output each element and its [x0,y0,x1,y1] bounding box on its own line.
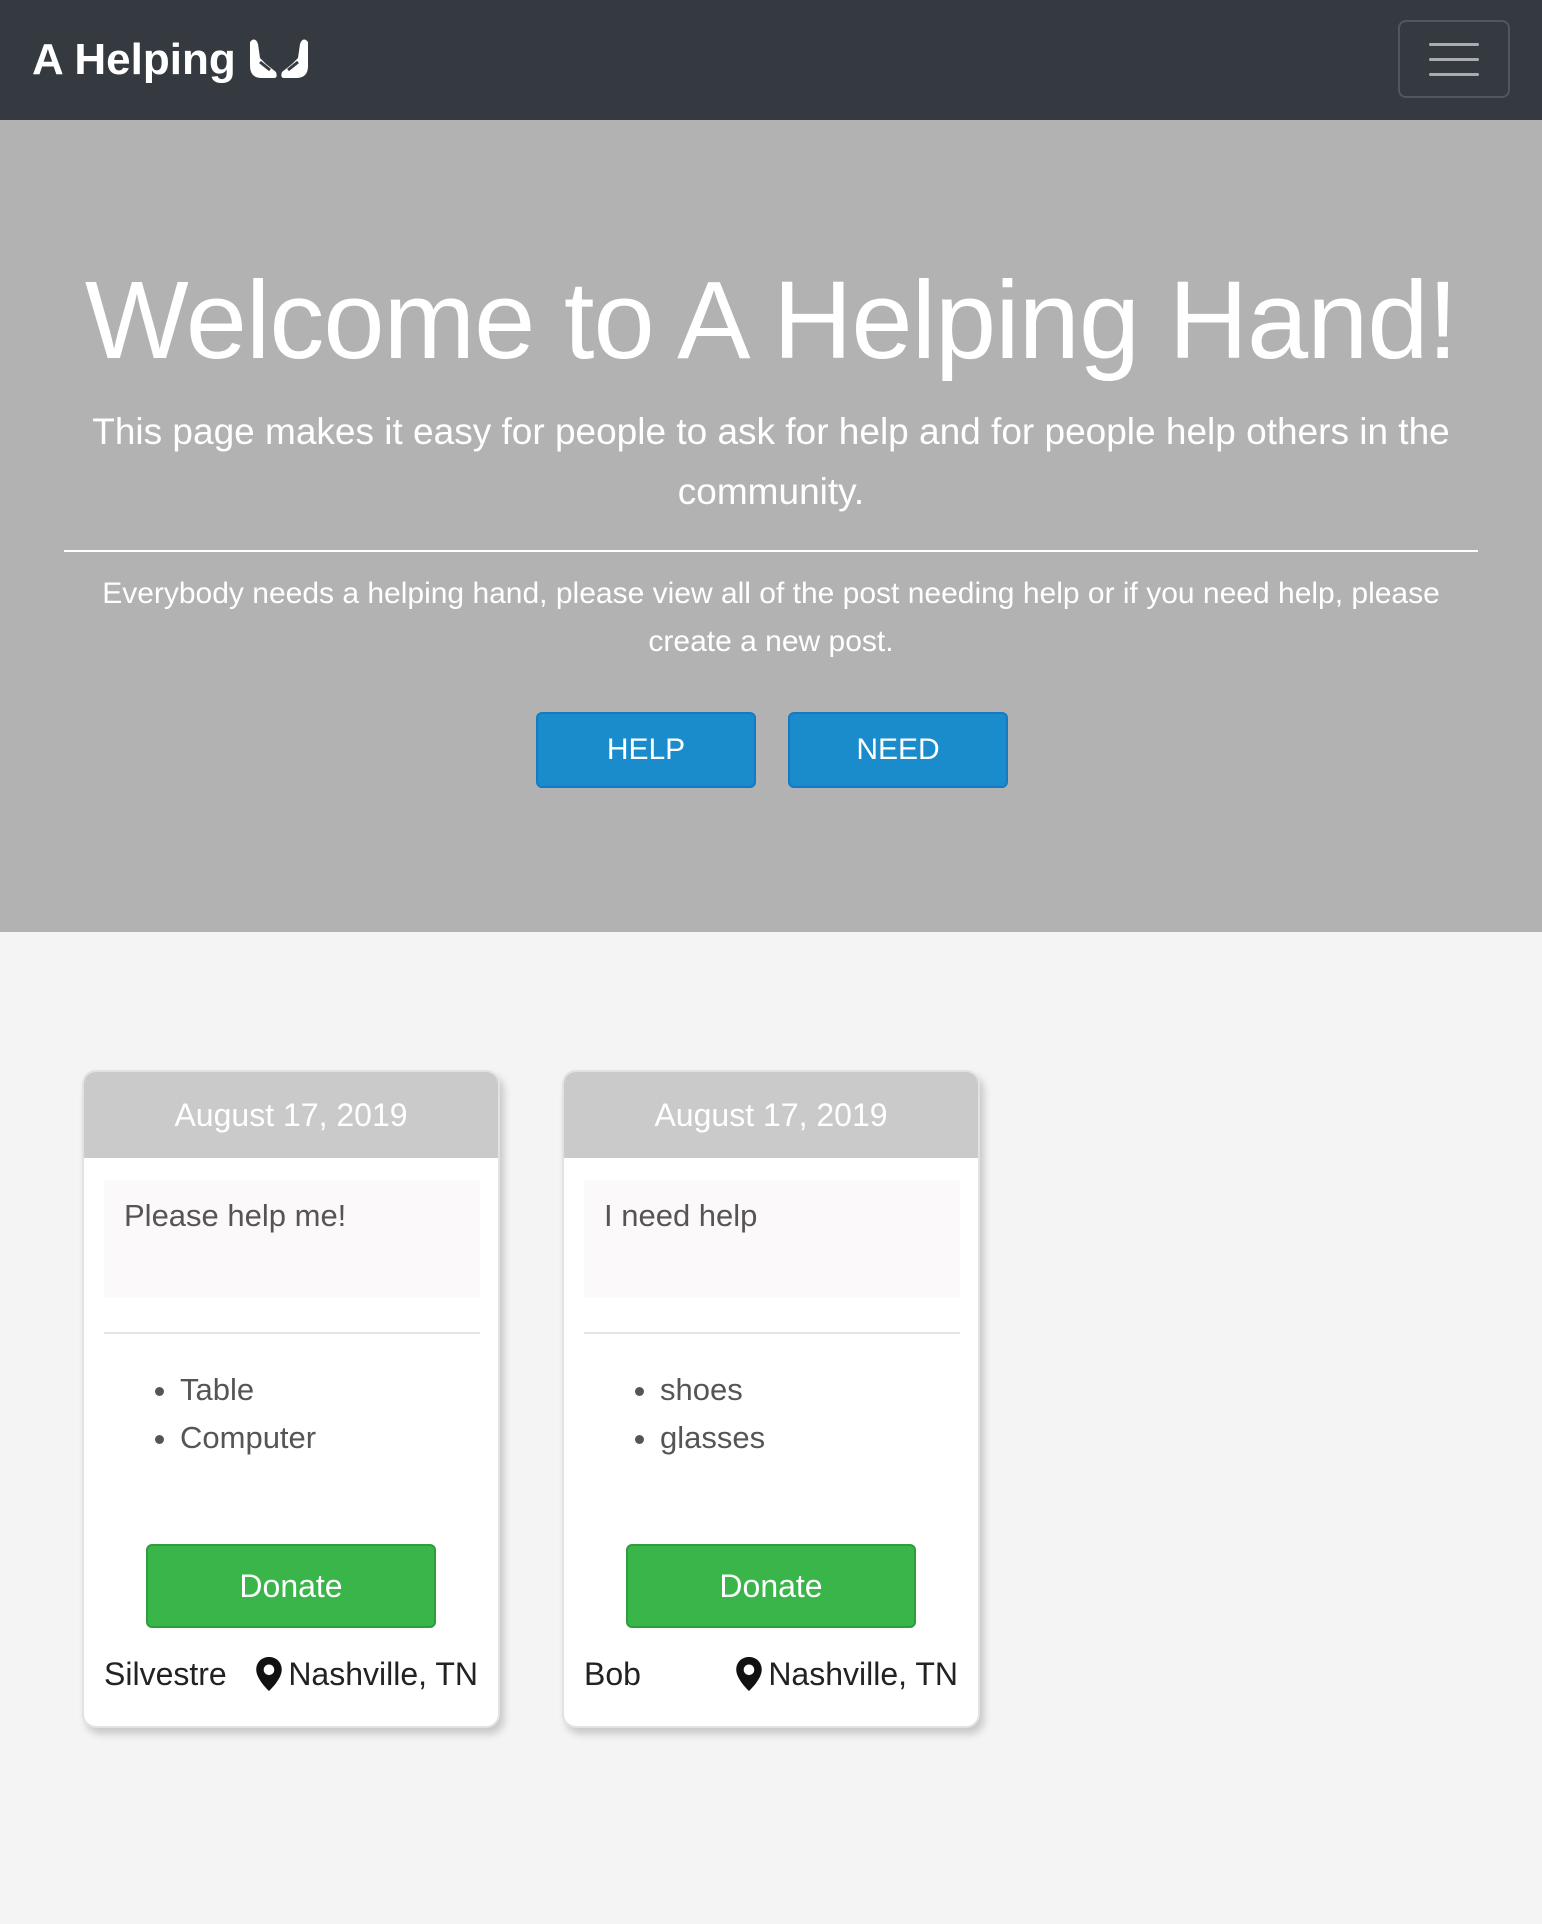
location-text: Nashville, TN [768,1655,958,1692]
post-message: I need help [584,1180,960,1298]
donate-button[interactable]: Donate [626,1544,916,1628]
post-message: Please help me! [104,1180,480,1298]
post-location: Nashville, TN [736,1656,958,1693]
post-date: August 17, 2019 [84,1072,498,1158]
post-card: August 17, 2019 I need help shoes glasse… [562,1070,980,1728]
brand-link[interactable]: A Helping [32,34,312,86]
list-item: Computer [180,1414,316,1462]
menu-toggle-button[interactable] [1398,20,1510,98]
post-footer: Bob Nashville, TN [584,1648,958,1700]
hero-title: Welcome to A Helping Hand! [84,259,1458,382]
card-divider [584,1332,960,1334]
poster-name: Bob [584,1655,641,1692]
location-text: Nashville, TN [288,1655,478,1692]
needed-items-list: shoes glasses [660,1366,765,1462]
post-date: August 17, 2019 [564,1072,978,1158]
need-button[interactable]: NEED [788,712,1008,788]
card-divider [104,1332,480,1334]
map-marker-icon [736,1657,763,1691]
hero-text: Everybody needs a helping hand, please v… [102,577,1440,658]
poster-name: Silvestre [104,1655,227,1692]
list-item: Table [180,1366,316,1414]
hero-section: Welcome to A Helping Hand! This page mak… [0,120,1542,932]
donate-button[interactable]: Donate [146,1544,436,1628]
list-item: glasses [660,1414,765,1462]
brand-text: A Helping [32,35,236,84]
hero-lead: This page makes it easy for people to as… [92,411,1450,512]
hero-divider [64,550,1478,552]
list-item: shoes [660,1366,765,1414]
hamburger-menu-icon [1429,42,1479,46]
map-marker-icon [256,1657,283,1691]
help-button[interactable]: HELP [536,712,756,788]
post-card: August 17, 2019 Please help me! Table Co… [82,1070,500,1728]
navbar: A Helping [0,0,1542,120]
helping-hands-icon [249,39,308,78]
needed-items-list: Table Computer [180,1366,316,1462]
post-footer: Silvestre Nashville, TN [104,1648,478,1700]
post-location: Nashville, TN [256,1656,478,1693]
